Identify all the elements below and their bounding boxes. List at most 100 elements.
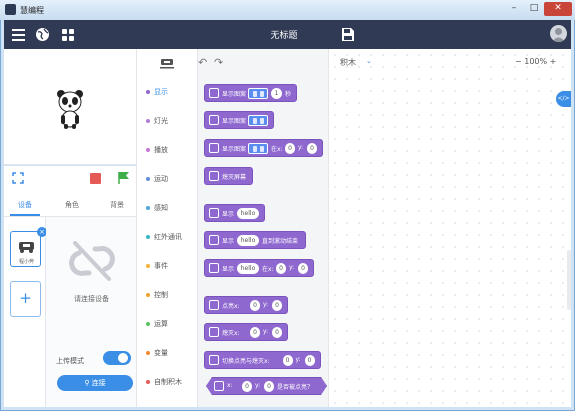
- grid-icon[interactable]: [59, 26, 76, 43]
- category-item[interactable]: 显示: [137, 81, 198, 103]
- block-text: 显示: [222, 211, 235, 218]
- block-x-input[interactable]: 0: [250, 300, 260, 311]
- green-flag-icon[interactable]: [117, 171, 130, 185]
- window-minimize-icon[interactable]: –: [504, 2, 524, 16]
- category-dot-icon: [146, 119, 150, 123]
- code-block[interactable]: 显示图案 在x: 0 y: 0: [204, 139, 323, 157]
- code-block[interactable]: 切换点亮与熄灭x: 0 y: 0: [204, 351, 321, 369]
- block-x-input[interactable]: 0: [242, 381, 252, 392]
- block-text: 显示: [222, 266, 235, 273]
- block-y-input[interactable]: 0: [304, 355, 315, 366]
- device-card[interactable]: 程小奔: [10, 231, 41, 267]
- workspace-scrollbar[interactable]: [567, 250, 571, 310]
- project-title[interactable]: 无标题: [244, 28, 324, 41]
- block-category-icon: [209, 235, 219, 245]
- block-y-input[interactable]: 0: [264, 381, 274, 392]
- add-device-button[interactable]: +: [10, 281, 41, 317]
- tab-backgrounds[interactable]: 背景: [110, 200, 124, 210]
- block-text: y:: [298, 144, 304, 151]
- link-icon: ⚲: [84, 379, 92, 387]
- block-x-input[interactable]: 0: [285, 143, 295, 154]
- code-block[interactable]: 熄灭屏幕: [204, 167, 253, 185]
- redo-icon[interactable]: ↷: [214, 56, 223, 69]
- zoom-out-button[interactable]: −: [515, 57, 522, 66]
- block-value-input[interactable]: hello: [237, 235, 259, 246]
- stage-controls: [4, 166, 137, 192]
- category-item[interactable]: 灯光: [137, 110, 198, 132]
- category-label: 播放: [154, 146, 168, 154]
- toggle-knob: [118, 353, 128, 363]
- zoom-level: 100%: [524, 57, 548, 66]
- block-x-input[interactable]: 0: [276, 263, 286, 274]
- category-dot-icon: [146, 177, 150, 181]
- code-block[interactable]: 显示图案 1 秒: [204, 84, 297, 102]
- category-item[interactable]: 运算: [137, 313, 198, 335]
- left-tabs: 设备 角色 背景: [4, 192, 137, 217]
- category-item[interactable]: 运动: [137, 168, 198, 190]
- window-close-icon[interactable]: ✕: [544, 2, 572, 16]
- code-block[interactable]: 显示 hello 直到滚动结束: [204, 231, 306, 249]
- led-matrix-picker[interactable]: [248, 88, 268, 99]
- zoom-in-button[interactable]: +: [550, 57, 557, 66]
- block-text: 显示: [222, 238, 235, 245]
- tab-sprites[interactable]: 角色: [65, 200, 79, 210]
- led-matrix-picker[interactable]: [248, 143, 268, 154]
- block-text: 秒: [285, 91, 292, 98]
- block-text: y:: [255, 382, 261, 389]
- block-text: x:: [227, 382, 233, 389]
- code-block[interactable]: 显示 hello 在x: 0 y: 0: [204, 259, 314, 277]
- category-item[interactable]: 变量: [137, 342, 198, 364]
- category-item[interactable]: 播放: [137, 139, 198, 161]
- upload-mode-toggle[interactable]: [103, 351, 131, 365]
- block-categories: 显示灯光播放运动感知红外通讯事件控制运算变量自制积木: [137, 49, 198, 407]
- panda-icon[interactable]: [56, 89, 84, 129]
- block-x-input[interactable]: 0: [282, 355, 293, 366]
- block-value-input[interactable]: 1: [271, 88, 282, 99]
- hamburger-menu-icon[interactable]: [10, 26, 27, 43]
- block-text: y:: [295, 356, 301, 363]
- block-text: 显示图案: [222, 91, 247, 98]
- block-y-input[interactable]: 0: [298, 263, 308, 274]
- category-item[interactable]: 红外通讯: [137, 226, 198, 248]
- led-matrix-picker[interactable]: [248, 115, 268, 126]
- stop-icon[interactable]: [90, 173, 101, 184]
- save-icon[interactable]: [339, 26, 356, 43]
- block-y-input[interactable]: 0: [272, 327, 282, 338]
- workspace-title: 积木: [340, 58, 356, 67]
- connect-hint: 请连接设备: [74, 295, 109, 303]
- category-item[interactable]: 感知: [137, 197, 198, 219]
- window-maximize-icon[interactable]: □: [524, 2, 544, 16]
- tab-devices[interactable]: 设备: [18, 200, 32, 210]
- script-workspace[interactable]: [329, 49, 571, 407]
- active-tab-indicator: [10, 214, 40, 216]
- block-y-input[interactable]: 0: [272, 300, 282, 311]
- block-text: 熄灭x:: [222, 330, 240, 337]
- category-item[interactable]: 控制: [137, 284, 198, 306]
- fullscreen-icon[interactable]: [12, 172, 24, 184]
- code-block[interactable]: 点亮x: 0 y: 0: [204, 296, 288, 314]
- extension-device-icon[interactable]: [159, 56, 175, 70]
- chevron-down-icon[interactable]: ⌄: [366, 57, 372, 65]
- user-avatar-icon[interactable]: [550, 25, 567, 42]
- globe-icon[interactable]: [34, 26, 51, 43]
- category-label: 运算: [154, 320, 168, 328]
- category-dot-icon: [146, 148, 150, 152]
- stage-preview[interactable]: [4, 49, 137, 165]
- block-category-icon: [209, 327, 219, 337]
- block-x-input[interactable]: 0: [250, 327, 260, 338]
- block-category-icon: [214, 381, 224, 391]
- undo-icon[interactable]: ↶: [198, 56, 207, 69]
- code-block[interactable]: x: 0 y: 0 是否被点亮？: [206, 377, 327, 395]
- category-dot-icon: [146, 90, 150, 94]
- block-category-icon: [209, 115, 219, 125]
- category-item[interactable]: 自制积木: [137, 371, 198, 393]
- code-view-button[interactable]: </>: [556, 91, 571, 107]
- code-block[interactable]: 显示图案: [204, 111, 274, 129]
- block-y-input[interactable]: 0: [307, 143, 317, 154]
- code-block[interactable]: 显示 hello: [204, 204, 265, 222]
- block-value-input[interactable]: hello: [237, 208, 259, 219]
- connect-button[interactable]: ⚲ 连接: [57, 375, 133, 391]
- code-block[interactable]: 熄灭x: 0 y: 0: [204, 323, 288, 341]
- block-value-input[interactable]: hello: [237, 263, 259, 274]
- category-item[interactable]: 事件: [137, 255, 198, 277]
